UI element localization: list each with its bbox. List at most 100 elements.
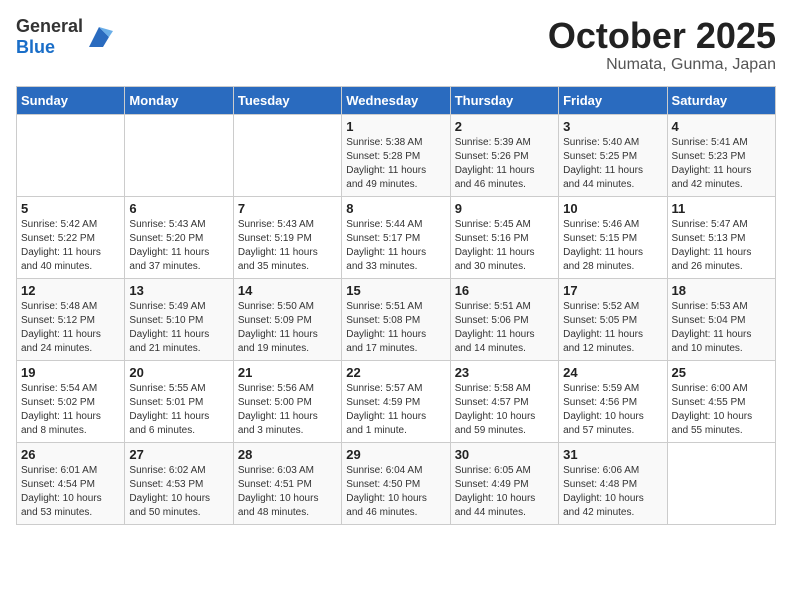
calendar-cell xyxy=(125,114,233,196)
weekday-header: Thursday xyxy=(450,86,558,114)
calendar-cell: 5Sunrise: 5:42 AM Sunset: 5:22 PM Daylig… xyxy=(17,196,125,278)
day-number: 20 xyxy=(129,365,228,380)
day-number: 1 xyxy=(346,119,445,134)
day-info: Sunrise: 5:46 AM Sunset: 5:15 PM Dayligh… xyxy=(563,218,662,274)
page-header: General Blue October 2025 Numata, Gunma,… xyxy=(16,16,776,74)
calendar-cell: 12 Sunrise: 5:48 AM Sunset: 5:12 PM Dayli… xyxy=(17,278,125,360)
day-info: Sunrise: 5:52 AM Sunset: 5:05 PM Dayligh… xyxy=(563,300,662,356)
calendar-cell: 20 Sunrise: 5:55 AM Sunset: 5:01 PM Dayli… xyxy=(125,360,233,442)
calendar-cell: 18 Sunrise: 5:53 AM Sunset: 5:04 PM Dayli… xyxy=(667,278,775,360)
calendar-cell: 24 Sunrise: 5:59 AM Sunset: 4:56 PM Dayli… xyxy=(559,360,667,442)
day-number: 8 xyxy=(346,201,445,216)
day-info: Sunrise: 5:40 AM Sunset: 5:25 PM Dayligh… xyxy=(563,136,662,192)
day-number: 29 xyxy=(346,447,445,462)
weekday-header: Friday xyxy=(559,86,667,114)
calendar-cell: 2 Sunrise: 5:39 AM Sunset: 5:26 PM Daylig… xyxy=(450,114,558,196)
day-number: 16 xyxy=(455,283,554,298)
weekday-header: Saturday xyxy=(667,86,775,114)
calendar-cell: 28Sunrise: 6:03 AM Sunset: 4:51 PM Dayli… xyxy=(233,442,341,524)
calendar-cell: 6 Sunrise: 5:43 AM Sunset: 5:20 PM Daylig… xyxy=(125,196,233,278)
day-info: Sunrise: 5:51 AM Sunset: 5:08 PM Dayligh… xyxy=(346,300,445,356)
day-number: 21 xyxy=(238,365,337,380)
day-info: Sunrise: 5:41 AM Sunset: 5:23 PM Dayligh… xyxy=(672,136,771,192)
calendar-cell: 8 Sunrise: 5:44 AM Sunset: 5:17 PM Daylig… xyxy=(342,196,450,278)
month-title: October 2025 xyxy=(548,16,776,56)
calendar-cell: 17 Sunrise: 5:52 AM Sunset: 5:05 PM Dayli… xyxy=(559,278,667,360)
calendar-cell: 10 Sunrise: 5:46 AM Sunset: 5:15 PM Dayli… xyxy=(559,196,667,278)
day-number: 9 xyxy=(455,201,554,216)
calendar-cell: 27 Sunrise: 6:02 AM Sunset: 4:53 PM Dayli… xyxy=(125,442,233,524)
calendar-cell xyxy=(17,114,125,196)
day-info: Sunrise: 5:44 AM Sunset: 5:17 PM Dayligh… xyxy=(346,218,445,274)
calendar-cell: 21 Sunrise: 5:56 AM Sunset: 5:00 PM Dayli… xyxy=(233,360,341,442)
calendar-cell: 25 Sunrise: 6:00 AM Sunset: 4:55 PM Dayli… xyxy=(667,360,775,442)
calendar-cell: 7Sunrise: 5:43 AM Sunset: 5:19 PM Daylig… xyxy=(233,196,341,278)
weekday-header: Sunday xyxy=(17,86,125,114)
calendar-week-row: 1 Sunrise: 5:38 AM Sunset: 5:28 PM Daylig… xyxy=(17,114,776,196)
calendar-cell: 23Sunrise: 5:58 AM Sunset: 4:57 PM Dayli… xyxy=(450,360,558,442)
calendar-cell: 22 Sunrise: 5:57 AM Sunset: 4:59 PM Dayli… xyxy=(342,360,450,442)
day-info: Sunrise: 5:57 AM Sunset: 4:59 PM Dayligh… xyxy=(346,382,445,438)
day-info: Sunrise: 6:04 AM Sunset: 4:50 PM Dayligh… xyxy=(346,464,445,520)
day-number: 11 xyxy=(672,201,771,216)
day-number: 7 xyxy=(238,201,337,216)
calendar-header: SundayMondayTuesdayWednesdayThursdayFrid… xyxy=(17,86,776,114)
calendar-cell: 3 Sunrise: 5:40 AM Sunset: 5:25 PM Daylig… xyxy=(559,114,667,196)
day-number: 10 xyxy=(563,201,662,216)
day-info: Sunrise: 5:39 AM Sunset: 5:26 PM Dayligh… xyxy=(455,136,554,192)
calendar-cell: 30Sunrise: 6:05 AM Sunset: 4:49 PM Dayli… xyxy=(450,442,558,524)
day-number: 3 xyxy=(563,119,662,134)
weekday-header: Tuesday xyxy=(233,86,341,114)
calendar-cell: 4 Sunrise: 5:41 AM Sunset: 5:23 PM Daylig… xyxy=(667,114,775,196)
day-number: 19 xyxy=(21,365,120,380)
day-number: 22 xyxy=(346,365,445,380)
day-info: Sunrise: 5:56 AM Sunset: 5:00 PM Dayligh… xyxy=(238,382,337,438)
day-number: 18 xyxy=(672,283,771,298)
day-info: Sunrise: 6:00 AM Sunset: 4:55 PM Dayligh… xyxy=(672,382,771,438)
day-info: Sunrise: 5:38 AM Sunset: 5:28 PM Dayligh… xyxy=(346,136,445,192)
logo-icon xyxy=(85,23,113,51)
day-number: 25 xyxy=(672,365,771,380)
day-info: Sunrise: 5:51 AM Sunset: 5:06 PM Dayligh… xyxy=(455,300,554,356)
calendar-cell: 26 Sunrise: 6:01 AM Sunset: 4:54 PM Dayli… xyxy=(17,442,125,524)
day-number: 2 xyxy=(455,119,554,134)
calendar-cell: 9Sunrise: 5:45 AM Sunset: 5:16 PM Daylig… xyxy=(450,196,558,278)
day-number: 26 xyxy=(21,447,120,462)
calendar-cell: 19Sunrise: 5:54 AM Sunset: 5:02 PM Dayli… xyxy=(17,360,125,442)
day-info: Sunrise: 5:48 AM Sunset: 5:12 PM Dayligh… xyxy=(21,300,120,356)
calendar-cell: 31Sunrise: 6:06 AM Sunset: 4:48 PM Dayli… xyxy=(559,442,667,524)
calendar-cell: 15Sunrise: 5:51 AM Sunset: 5:08 PM Dayli… xyxy=(342,278,450,360)
day-number: 6 xyxy=(129,201,228,216)
weekday-header: Monday xyxy=(125,86,233,114)
day-info: Sunrise: 5:42 AM Sunset: 5:22 PM Dayligh… xyxy=(21,218,120,274)
day-number: 13 xyxy=(129,283,228,298)
calendar-cell: 16 Sunrise: 5:51 AM Sunset: 5:06 PM Dayli… xyxy=(450,278,558,360)
weekday-header: Wednesday xyxy=(342,86,450,114)
day-info: Sunrise: 5:53 AM Sunset: 5:04 PM Dayligh… xyxy=(672,300,771,356)
weekday-row: SundayMondayTuesdayWednesdayThursdayFrid… xyxy=(17,86,776,114)
calendar-cell: 14Sunrise: 5:50 AM Sunset: 5:09 PM Dayli… xyxy=(233,278,341,360)
location-title: Numata, Gunma, Japan xyxy=(548,56,776,74)
day-number: 24 xyxy=(563,365,662,380)
day-number: 17 xyxy=(563,283,662,298)
day-info: Sunrise: 5:55 AM Sunset: 5:01 PM Dayligh… xyxy=(129,382,228,438)
day-number: 4 xyxy=(672,119,771,134)
calendar-table: SundayMondayTuesdayWednesdayThursdayFrid… xyxy=(16,86,776,525)
day-info: Sunrise: 6:03 AM Sunset: 4:51 PM Dayligh… xyxy=(238,464,337,520)
day-number: 12 xyxy=(21,283,120,298)
day-info: Sunrise: 5:49 AM Sunset: 5:10 PM Dayligh… xyxy=(129,300,228,356)
day-info: Sunrise: 5:59 AM Sunset: 4:56 PM Dayligh… xyxy=(563,382,662,438)
day-number: 27 xyxy=(129,447,228,462)
day-info: Sunrise: 5:43 AM Sunset: 5:20 PM Dayligh… xyxy=(129,218,228,274)
day-info: Sunrise: 5:58 AM Sunset: 4:57 PM Dayligh… xyxy=(455,382,554,438)
calendar-cell xyxy=(233,114,341,196)
day-info: Sunrise: 6:06 AM Sunset: 4:48 PM Dayligh… xyxy=(563,464,662,520)
day-number: 30 xyxy=(455,447,554,462)
logo-blue: Blue xyxy=(16,37,55,57)
day-info: Sunrise: 6:01 AM Sunset: 4:54 PM Dayligh… xyxy=(21,464,120,520)
calendar-week-row: 26 Sunrise: 6:01 AM Sunset: 4:54 PM Dayli… xyxy=(17,442,776,524)
logo: General Blue xyxy=(16,16,113,58)
day-info: Sunrise: 6:02 AM Sunset: 4:53 PM Dayligh… xyxy=(129,464,228,520)
logo-general: General xyxy=(16,16,83,36)
day-info: Sunrise: 5:50 AM Sunset: 5:09 PM Dayligh… xyxy=(238,300,337,356)
